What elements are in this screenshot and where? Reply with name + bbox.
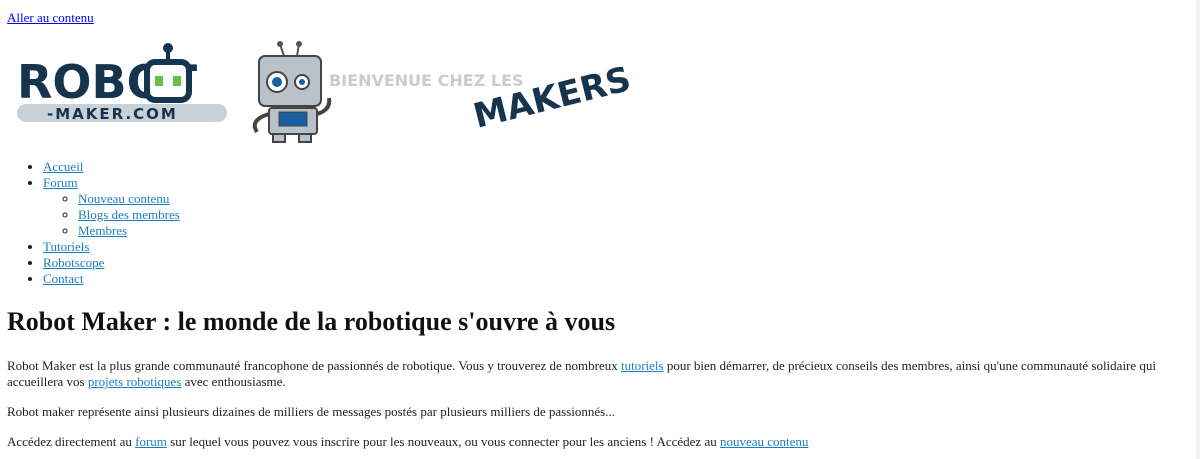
nav-item-accueil: Accueil <box>43 159 180 175</box>
intro-paragraph: Robot Maker est la plus grande communaut… <box>7 358 1193 390</box>
nav-link-nouveau-contenu[interactable]: Nouveau contenu <box>78 191 169 206</box>
nav-link-robotscope[interactable]: Robotscope <box>43 255 104 270</box>
forum-link[interactable]: forum <box>135 434 167 449</box>
nouveau-contenu-link[interactable]: nouveau contenu <box>720 434 808 449</box>
submenu-item: Membres <box>78 223 180 239</box>
nav-link-forum[interactable]: Forum <box>43 175 78 190</box>
main-nav: Accueil Forum Nouveau contenu Blogs des … <box>0 159 180 287</box>
nav-link-membres[interactable]: Membres <box>78 223 127 238</box>
nav-link-tutoriels[interactable]: Tutoriels <box>43 239 89 254</box>
submenu-item: Nouveau contenu <box>78 191 180 207</box>
robot-mascot-icon <box>252 41 332 143</box>
site-banner[interactable]: ROBOT -MAKER.COM BIENVENUE CHEZ LES MAKE… <box>7 40 637 145</box>
page-title: Robot Maker : le monde de la robotique s… <box>7 307 616 336</box>
nav-item-tutoriels: Tutoriels <box>43 239 180 255</box>
nav-link-accueil[interactable]: Accueil <box>43 159 83 174</box>
forum-submenu: Nouveau contenu Blogs des membres Membre… <box>43 191 180 239</box>
projets-robotiques-link[interactable]: projets robotiques <box>88 374 182 389</box>
stats-paragraph: Robot maker représente ainsi plusieurs d… <box>7 404 615 419</box>
nav-item-robotscope: Robotscope <box>43 255 180 271</box>
nav-link-contact[interactable]: Contact <box>43 271 83 286</box>
access-text-2: sur lequel vous pouvez vous inscrire pou… <box>166 434 720 449</box>
welcome-text: BIENVENUE CHEZ LES <box>329 71 524 90</box>
robot-maker-logo: ROBOT -MAKER.COM <box>17 43 227 123</box>
submenu-item: Blogs des membres <box>78 207 180 223</box>
intro-text-3: avec enthousiasme. <box>181 374 286 389</box>
access-text-1: Accédez directement au <box>7 434 136 449</box>
page-scrollbar[interactable] <box>1196 0 1200 459</box>
skip-to-content-link[interactable]: Aller au contenu <box>7 10 94 26</box>
tutoriels-link[interactable]: tutoriels <box>621 358 664 373</box>
nav-item-contact: Contact <box>43 271 180 287</box>
logo-sub: -MAKER.COM <box>47 105 178 123</box>
intro-text-1: Robot Maker est la plus grande communaut… <box>7 358 621 373</box>
makers-text: MAKERS ! <box>470 53 637 137</box>
logo-o-robot-head <box>144 59 192 103</box>
access-paragraph: Accédez directement au forum sur lequel … <box>7 434 808 450</box>
nav-link-blogs-des-membres[interactable]: Blogs des membres <box>78 207 180 222</box>
nav-item-forum: Forum Nouveau contenu Blogs des membres … <box>43 175 180 239</box>
